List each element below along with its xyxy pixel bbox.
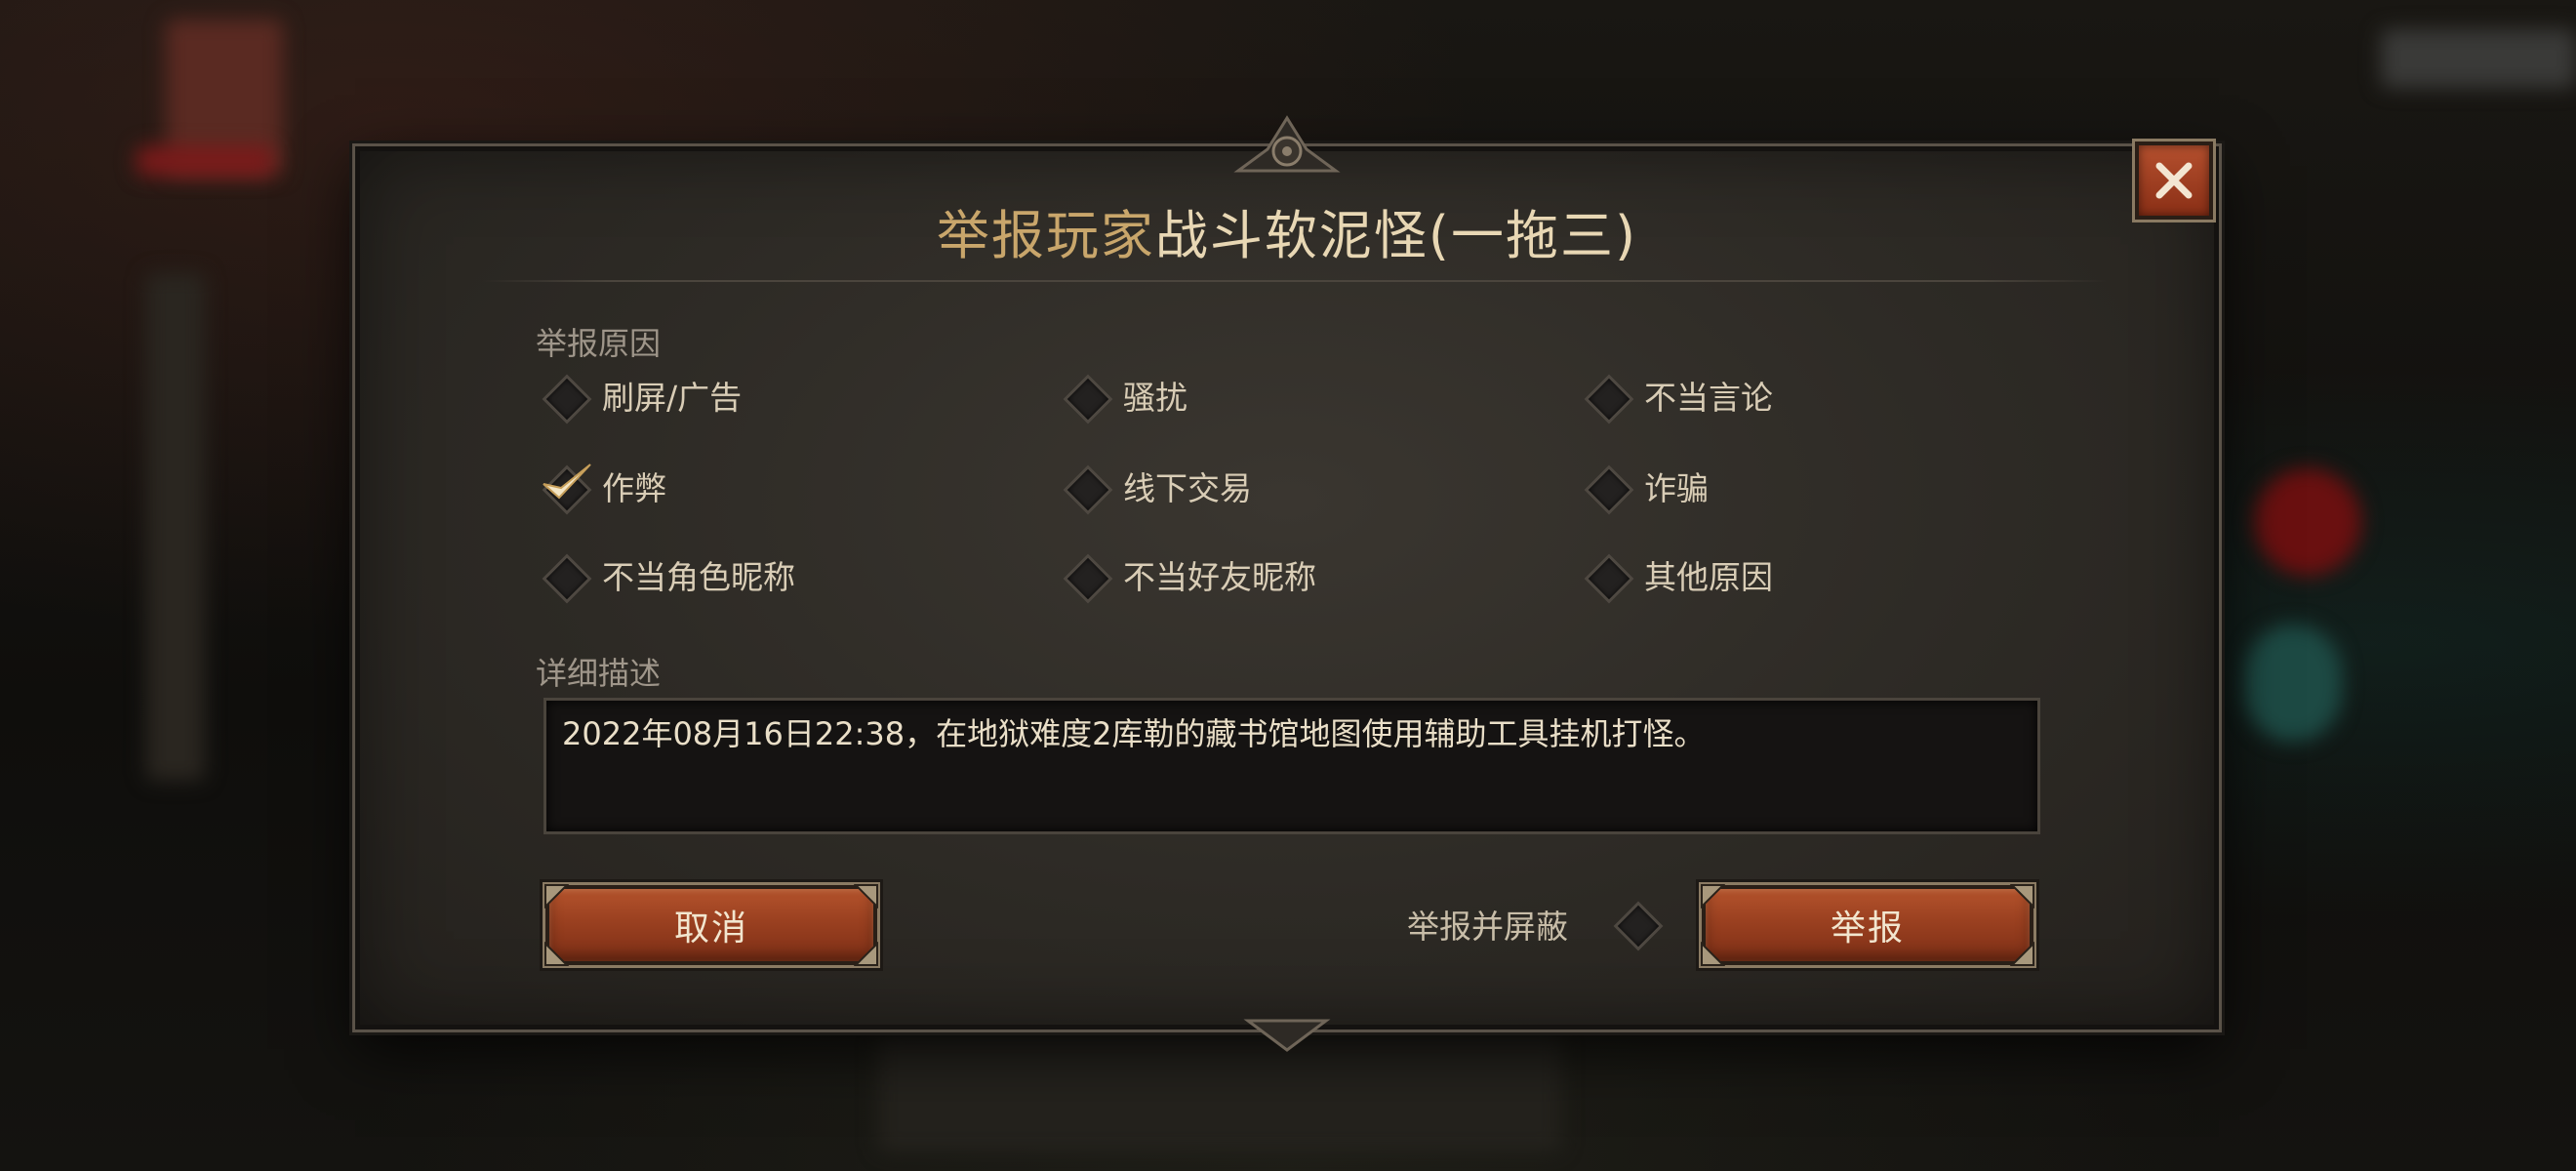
checkbox-diamond — [542, 553, 592, 604]
reason-option-label: 不当言论 — [1644, 379, 1773, 417]
checkbox-diamond — [542, 464, 592, 515]
report-player-dialog: 举报玩家战斗软泥怪(一拖三) 举报原因 刷屏/广告 骚扰 不当言论作弊 线下交易 诈骗不… — [355, 115, 2219, 1052]
reason-option[interactable]: 不当好友昵称 — [1055, 545, 1316, 604]
cancel-button[interactable]: 取消 — [544, 884, 878, 966]
reason-option[interactable]: 诈骗 — [1576, 457, 1709, 515]
report-button-label: 举报 — [1830, 909, 1905, 949]
reason-option[interactable]: 其他原因 — [1576, 545, 1773, 604]
checkbox-diamond — [1584, 374, 1634, 424]
checkbox-diamond — [1613, 901, 1664, 951]
dialog-crest-ornament — [1233, 115, 1341, 173]
checkbox-diamond — [1584, 464, 1634, 515]
button-corner-ornament — [1701, 942, 1725, 966]
report-and-block-label: 举报并屏蔽 — [1407, 908, 1568, 946]
background-blur-hotbar — [878, 1034, 1561, 1151]
background-blur-green-orb — [2244, 625, 2342, 742]
reason-option-label: 骚扰 — [1123, 379, 1187, 417]
reason-option[interactable]: 不当言论 — [1576, 366, 1773, 424]
dialog-title: 举报玩家战斗软泥怪(一拖三) — [360, 192, 2214, 269]
reason-option-label: 不当角色昵称 — [602, 558, 795, 596]
button-corner-ornament — [854, 942, 878, 966]
close-button[interactable] — [2135, 141, 2213, 220]
close-icon — [2155, 162, 2193, 199]
reason-option-label: 刷屏/广告 — [602, 379, 743, 417]
reported-player-name: 战斗软泥怪(一拖三) — [1154, 205, 1638, 266]
button-corner-ornament — [544, 942, 569, 966]
reason-option[interactable]: 刷屏/广告 — [534, 366, 742, 424]
reason-option-label: 诈骗 — [1644, 469, 1709, 507]
background-blur-sidebar — [146, 273, 205, 781]
cancel-button-label: 取消 — [673, 909, 748, 949]
reason-option[interactable]: 线下交易 — [1055, 457, 1252, 515]
title-divider — [482, 280, 2107, 282]
checkmark-icon — [543, 464, 591, 500]
title-prefix: 举报玩家 — [936, 205, 1155, 266]
button-corner-ornament — [2010, 884, 2034, 909]
reason-option-label: 作弊 — [602, 469, 666, 507]
button-corner-ornament — [544, 884, 569, 909]
description-label: 详细描述 — [536, 655, 662, 692]
checkbox-diamond — [1063, 464, 1113, 515]
checkbox-diamond — [542, 374, 592, 424]
dialog-bottom-ornament — [1243, 1019, 1331, 1052]
report-button[interactable]: 举报 — [1701, 884, 2034, 966]
checkbox-diamond — [1063, 374, 1113, 424]
reason-option[interactable]: 骚扰 — [1055, 366, 1187, 424]
reason-option[interactable]: 不当角色昵称 — [534, 545, 795, 604]
report-reason-label: 举报原因 — [536, 325, 662, 362]
reason-option-label: 不当好友昵称 — [1123, 558, 1316, 596]
checkbox-diamond — [1063, 553, 1113, 604]
background-blur-healthbar — [137, 146, 273, 176]
checkbox-diamond — [1584, 553, 1634, 604]
button-corner-ornament — [1701, 884, 1725, 909]
description-textarea[interactable]: 2022年08月16日22:38，在地狱难度2库勒的藏书馆地图使用辅助工具挂机打… — [543, 698, 2040, 834]
button-corner-ornament — [2010, 942, 2034, 966]
reason-option-label: 其他原因 — [1644, 558, 1773, 596]
background-blur-red-orb — [2254, 468, 2361, 576]
report-and-block-checkbox[interactable] — [1605, 893, 1673, 951]
reason-option-label: 线下交易 — [1123, 469, 1252, 507]
reason-option[interactable]: 作弊 — [534, 457, 666, 515]
background-blur-corner — [2381, 29, 2576, 88]
button-corner-ornament — [854, 884, 878, 909]
